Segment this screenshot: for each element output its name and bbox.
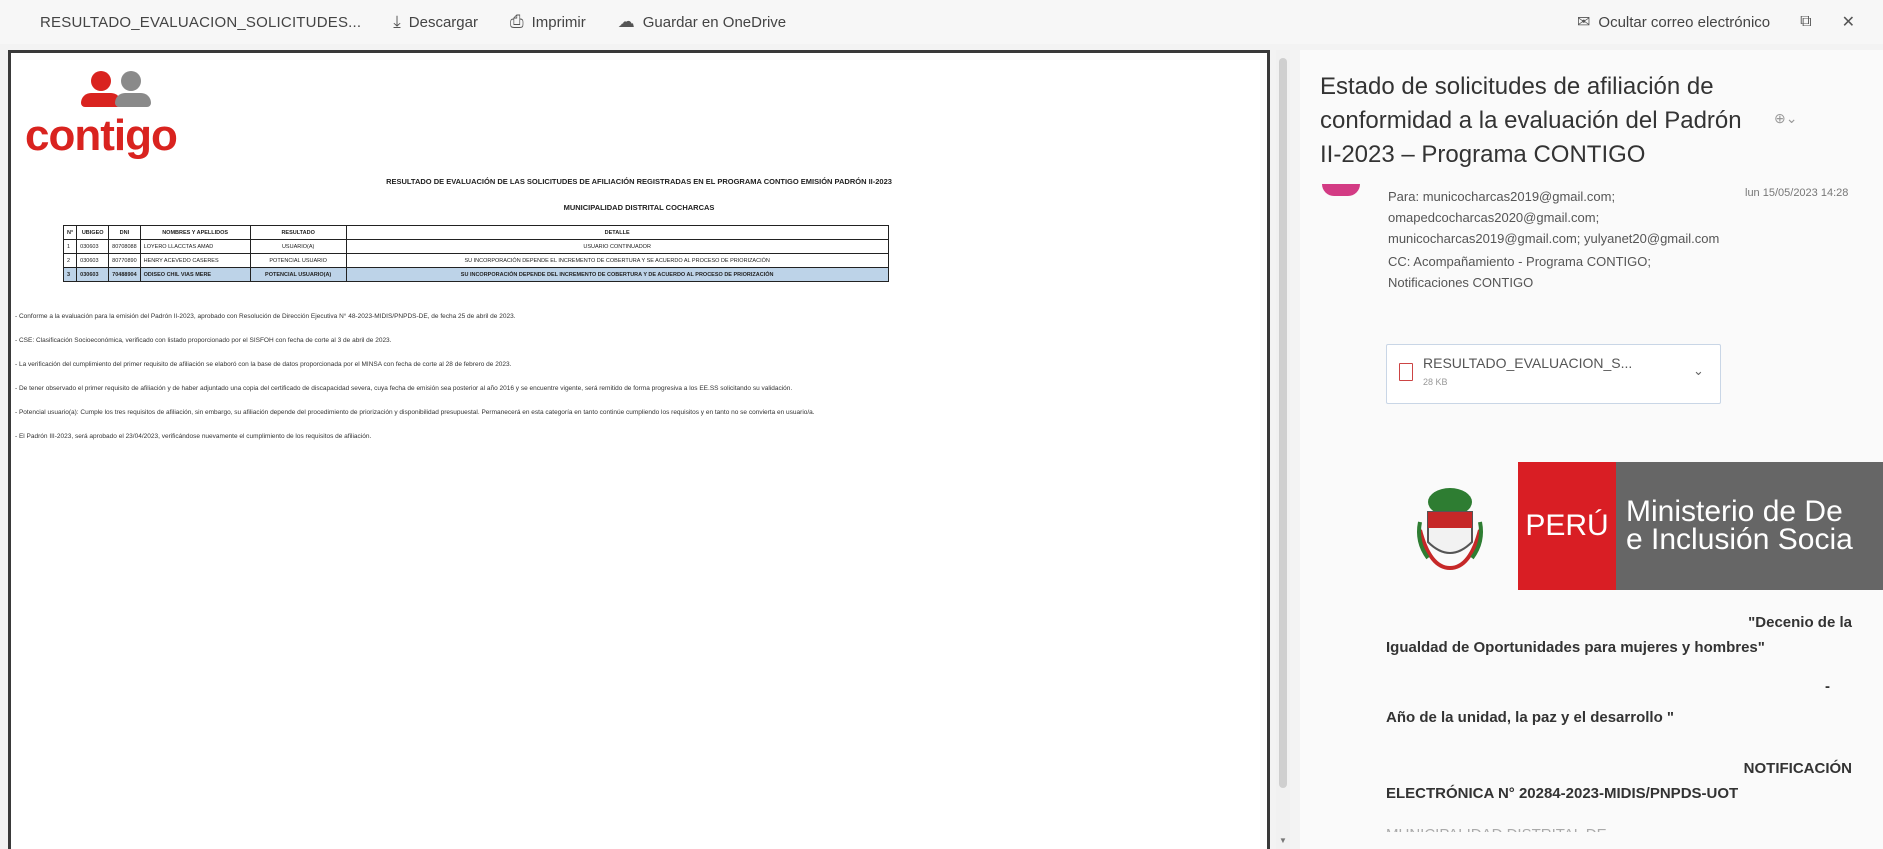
attachment-size: 28 KB — [1423, 377, 1448, 387]
table-cell: 1 — [62, 239, 78, 254]
document-preview[interactable]: contigo RESULTADO DE EVALUACIÓN DE LAS S… — [8, 50, 1270, 849]
contigo-logo: contigo — [25, 63, 205, 160]
table-cell: 80708088 — [108, 239, 141, 254]
table-cell: 030603 — [76, 253, 110, 268]
table-cell: POTENCIAL USUARIO(A) — [249, 267, 347, 282]
pdf-icon — [1399, 363, 1413, 381]
table-row-selected: 3 030603 70488904 ODISEO CHIL VIAS MERE … — [62, 267, 889, 282]
note: - CSE: Clasificación Socioeconómica, ver… — [15, 337, 392, 344]
attachment-name: RESULTADO_EVALUACION_S... — [1423, 355, 1633, 371]
table-cell: 70488904 — [108, 267, 141, 282]
email-subject: Estado de solicitudes de afiliación de c… — [1320, 73, 1742, 168]
results-table: N° UBIGEO DNI NOMBRES Y APELLIDOS RESULT… — [62, 225, 889, 282]
download-icon: ⤓ — [393, 12, 401, 31]
download-label: Descargar — [408, 13, 478, 31]
body-clipped-line: MUNICIPALIDAD DISTRITAL DE — [1386, 822, 1852, 832]
to-line: Para: municocharcas2019@gmail.com; omape… — [1388, 186, 1728, 249]
note: - De tener observado el primer requisito… — [15, 385, 793, 392]
document-notes: - Conforme a la evaluación para la emisi… — [15, 311, 1255, 455]
table-cell: 030603 — [76, 267, 110, 282]
table-cell: 80770890 — [108, 253, 141, 268]
attachment-card[interactable]: RESULTADO_EVALUACION_S... 28 KB ⌄ — [1386, 344, 1721, 404]
body-decenio-line-2: Igualdad de Oportunidades para mujeres y… — [1386, 639, 1765, 656]
table-cell: USUARIO CONTINUADOR — [345, 239, 889, 254]
table-header: DETALLE — [345, 225, 889, 240]
table-row: 1 030603 80708088 LOYERO LLACCTAS AMAD U… — [62, 239, 889, 254]
body-year-motto: Año de la unidad, la paz y el desarrollo… — [1386, 709, 1675, 726]
table-header: NOMBRES Y APELLIDOS — [139, 225, 251, 240]
scroll-down-icon[interactable]: ▼ — [1279, 836, 1287, 845]
ministry-label: Ministerio de De e Inclusión Socia — [1616, 462, 1883, 590]
hide-email-button[interactable]: ✉ Ocultar correo electrónico — [1577, 12, 1770, 32]
note: - Conforme a la evaluación para la emisi… — [15, 313, 516, 320]
table-cell: POTENCIAL USUARIO — [249, 253, 347, 268]
save-onedrive-button[interactable]: ☁ Guardar en OneDrive — [618, 12, 786, 32]
document-title: RESULTADO DE EVALUACIÓN DE LAS SOLICITUD… — [386, 177, 892, 186]
cc-line: CC: Acompañamiento - Programa CONTIGO; N… — [1388, 251, 1728, 293]
table-header: UBIGEO — [76, 225, 110, 240]
chevron-down-icon[interactable]: ⌄ — [1693, 363, 1704, 379]
document-scrollbar[interactable]: ▼ — [1276, 50, 1290, 849]
print-label: Imprimir — [531, 13, 586, 31]
attachment-filename: RESULTADO_EVALUACION_SOLICITUDES... — [40, 13, 362, 31]
body-dash: - — [1825, 678, 1830, 695]
body-notification-number: ELECTRÓNICA N° 20284-2023-MIDIS/PNPDS-UO… — [1386, 785, 1739, 802]
download-button[interactable]: ⤓ Descargar — [393, 12, 478, 32]
document-subtitle: MUNICIPALIDAD DISTRITAL COCHARCAS — [563, 203, 715, 212]
note: - Potencial usuario(a): Cumple los tres … — [15, 409, 815, 416]
peru-coat-of-arms-icon — [1417, 488, 1483, 571]
ministry-line-1: Ministerio de De — [1626, 495, 1843, 528]
recipients: Para: municocharcas2019@gmail.com; omape… — [1388, 186, 1728, 293]
cc-addresses[interactable]: Acompañamiento - Programa CONTIGO; Notif… — [1388, 254, 1651, 290]
table-cell: SU INCORPORACIÓN DEPENDE EL INCREMENTO D… — [345, 253, 889, 268]
table-cell: 3 — [62, 267, 78, 282]
close-icon[interactable]: ✕ — [1842, 12, 1855, 32]
cc-label: CC: — [1388, 254, 1411, 269]
sender-avatar — [1322, 184, 1360, 196]
cloud-icon: ☁ — [617, 12, 635, 31]
printer-icon: ⎙ — [509, 12, 524, 31]
hide-email-label: Ocultar correo electrónico — [1598, 13, 1771, 31]
table-cell: ODISEO CHIL VIAS MERE — [139, 267, 251, 282]
attachment-toolbar: RESULTADO_EVALUACION_SOLICITUDES... ⤓ De… — [0, 0, 1883, 44]
table-cell: 2 — [62, 253, 78, 268]
mail-icon: ✉ — [1577, 14, 1591, 31]
popout-icon[interactable]: ⧉ — [1800, 13, 1811, 31]
reading-pane: Estado de solicitudes de afiliación de c… — [1300, 50, 1883, 849]
body-decenio-line-1: "Decenio de la — [1748, 614, 1852, 631]
table-header: RESULTADO — [249, 225, 347, 240]
ministry-banner: PERÚ Ministerio de De e Inclusión Socia — [1400, 462, 1883, 590]
note: - La verificación del cumplimiento del p… — [15, 361, 512, 368]
table-row: 2 030603 80770890 HENRY ACEVEDO CASERES … — [62, 253, 889, 268]
table-cell: 030603 — [76, 239, 110, 254]
save-onedrive-label: Guardar en OneDrive — [642, 13, 787, 31]
table-header: DNI — [108, 225, 141, 240]
to-addresses[interactable]: municocharcas2019@gmail.com; omapedcocha… — [1388, 189, 1719, 246]
table-header: N° — [62, 225, 78, 240]
print-button[interactable]: ⎙ Imprimir — [510, 12, 586, 32]
table-header-row: N° UBIGEO DNI NOMBRES Y APELLIDOS RESULT… — [62, 225, 889, 240]
table-cell: LOYERO LLACCTAS AMAD — [139, 239, 251, 254]
scrollbar-thumb[interactable] — [1279, 58, 1287, 788]
table-cell: HENRY ACEVEDO CASERES — [139, 253, 251, 268]
table-cell: SU INCORPORACIÓN DEPENDE DEL INCREMENTO … — [345, 267, 889, 282]
table-cell: USUARIO(A) — [249, 239, 347, 254]
email-body: "Decenio de la Igualdad de Oportunidades… — [1386, 610, 1852, 832]
ministry-line-2: e Inclusión Socia — [1626, 523, 1853, 556]
zoom-icon[interactable]: ⊕⌄ — [1774, 110, 1797, 127]
to-label: Para: — [1388, 189, 1420, 204]
email-date: lun 15/05/2023 14:28 — [1745, 187, 1849, 199]
note: - El Padrón III-2023, será aprobado el 2… — [15, 433, 372, 440]
peru-label: PERÚ — [1518, 462, 1616, 590]
body-notification-title: NOTIFICACIÓN — [1743, 760, 1852, 777]
